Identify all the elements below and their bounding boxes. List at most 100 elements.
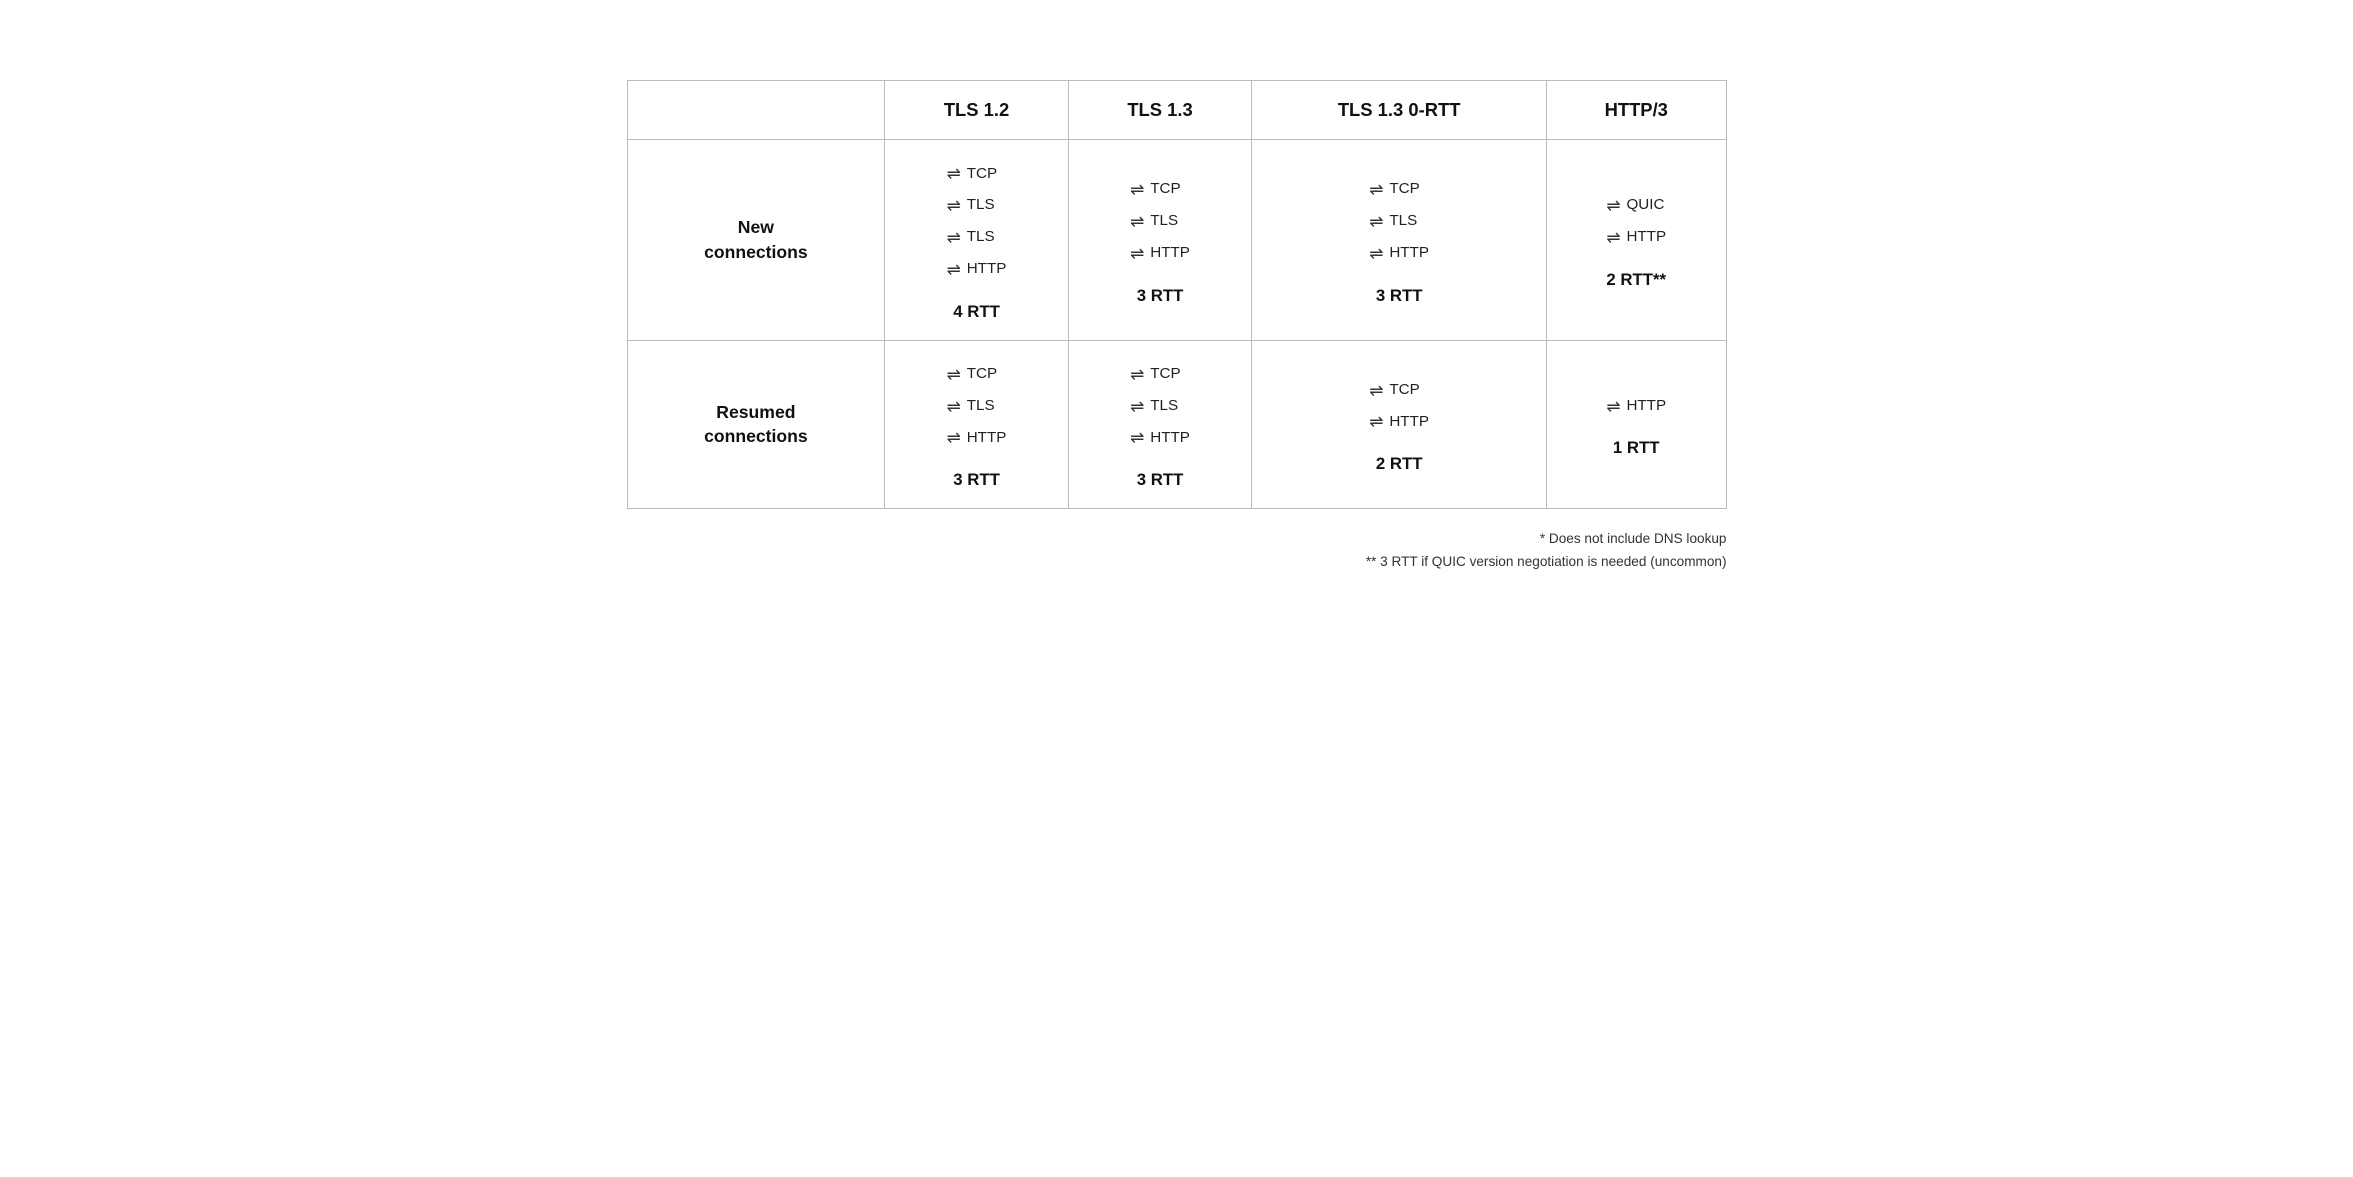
col-header-tls-1-2: TLS 1.2 <box>885 81 1069 140</box>
step-item: ⇌TCP <box>1130 359 1190 391</box>
cell-r1-c3: ⇌HTTP 1 RTT <box>1546 340 1726 509</box>
steps-list: ⇌HTTP <box>1606 391 1666 423</box>
transfer-arrows-icon: ⇌ <box>1130 359 1144 391</box>
cell-r1-c1: ⇌TCP⇌TLS⇌HTTP3 RTT <box>1068 340 1252 509</box>
step-label: TCP <box>1389 175 1419 204</box>
transfer-arrows-icon: ⇌ <box>1130 238 1144 270</box>
transfer-arrows-icon: ⇌ <box>1606 222 1620 254</box>
steps-list: ⇌TCP⇌TLS⇌TLS⇌HTTP <box>947 158 1007 286</box>
cell-r0-c0: ⇌TCP⇌TLS⇌TLS⇌HTTP4 RTT <box>885 140 1069 341</box>
transfer-arrows-icon: ⇌ <box>1369 406 1383 438</box>
step-label: HTTP <box>1626 223 1666 252</box>
rtt-value: 3 RTT <box>1083 286 1238 306</box>
col-header-tls-1-3: TLS 1.3 <box>1068 81 1252 140</box>
cell-r1-c2: ⇌TCP⇌HTTP 2 RTT <box>1252 340 1547 509</box>
table-body: Newconnections⇌TCP⇌TLS⇌TLS⇌HTTP4 RTT⇌TCP… <box>627 140 1726 509</box>
col-header-http-3: HTTP/3 <box>1546 81 1726 140</box>
step-label: TCP <box>1150 360 1180 389</box>
table-header-row: TLS 1.2TLS 1.3TLS 1.3 0-RTTHTTP/3 <box>627 81 1726 140</box>
rtt-value: 3 RTT <box>1083 470 1238 490</box>
transfer-arrows-icon: ⇌ <box>1130 174 1144 206</box>
footnotes: * Does not include DNS lookup** 3 RTT if… <box>627 527 1727 573</box>
step-item: ⇌HTTP <box>1130 238 1190 270</box>
step-label: TCP <box>1389 376 1419 405</box>
step-item: ⇌HTTP <box>1130 422 1190 454</box>
cell-r0-c3: ⇌QUIC⇌HTTP 2 RTT** <box>1546 140 1726 341</box>
step-item: ⇌TCP <box>1369 375 1429 407</box>
rtt-value: 3 RTT <box>899 470 1054 490</box>
step-item: ⇌TLS <box>947 190 1007 222</box>
step-label: HTTP <box>1389 239 1429 268</box>
transfer-arrows-icon: ⇌ <box>1606 190 1620 222</box>
step-item: ⇌TCP <box>1130 174 1190 206</box>
step-label: TLS <box>1150 392 1178 421</box>
step-label: HTTP <box>967 255 1007 284</box>
step-label: TCP <box>967 360 997 389</box>
transfer-arrows-icon: ⇌ <box>947 391 961 423</box>
transfer-arrows-icon: ⇌ <box>947 422 961 454</box>
step-item: ⇌TLS <box>947 222 1007 254</box>
step-item: ⇌TCP <box>947 359 1007 391</box>
step-label: TLS <box>967 191 995 220</box>
step-label: TLS <box>1150 207 1178 236</box>
steps-list: ⇌TCP⇌HTTP <box>1369 375 1429 439</box>
rtt-value: 3 RTT <box>1266 286 1532 306</box>
step-item: ⇌HTTP <box>947 422 1007 454</box>
step-label: HTTP <box>1150 239 1190 268</box>
steps-list: ⇌TCP⇌TLS⇌HTTP <box>947 359 1007 455</box>
transfer-arrows-icon: ⇌ <box>1369 375 1383 407</box>
steps-list: ⇌QUIC⇌HTTP <box>1606 190 1666 254</box>
rtt-value: 2 RTT** <box>1561 270 1712 290</box>
transfer-arrows-icon: ⇌ <box>1130 422 1144 454</box>
cell-r0-c2: ⇌TCP⇌TLS⇌HTTP3 RTT <box>1252 140 1547 341</box>
transfer-arrows-icon: ⇌ <box>1369 238 1383 270</box>
step-item: ⇌TCP <box>1369 174 1429 206</box>
step-item: ⇌HTTP <box>1369 406 1429 438</box>
step-label: HTTP <box>1150 424 1190 453</box>
step-label: HTTP <box>1626 392 1666 421</box>
rtt-value: 1 RTT <box>1561 438 1712 458</box>
transfer-arrows-icon: ⇌ <box>947 254 961 286</box>
step-label: TCP <box>1150 175 1180 204</box>
step-label: QUIC <box>1626 191 1664 220</box>
transfer-arrows-icon: ⇌ <box>947 158 961 190</box>
step-item: ⇌TLS <box>1130 206 1190 238</box>
steps-list: ⇌TCP⇌TLS⇌HTTP <box>1369 174 1429 270</box>
step-item: ⇌QUIC <box>1606 190 1666 222</box>
step-label: HTTP <box>1389 408 1429 437</box>
cell-r1-c0: ⇌TCP⇌TLS⇌HTTP3 RTT <box>885 340 1069 509</box>
step-label: TCP <box>967 160 997 189</box>
step-item: ⇌HTTP <box>1369 238 1429 270</box>
step-item: ⇌HTTP <box>1606 391 1666 423</box>
step-label: HTTP <box>967 424 1007 453</box>
step-label: TLS <box>967 392 995 421</box>
transfer-arrows-icon: ⇌ <box>1606 391 1620 423</box>
footnote-1: ** 3 RTT if QUIC version negotiation is … <box>627 550 1727 573</box>
step-item: ⇌TLS <box>1369 206 1429 238</box>
step-item: ⇌TLS <box>1130 391 1190 423</box>
table-row: Resumedconnections⇌TCP⇌TLS⇌HTTP3 RTT⇌TCP… <box>627 340 1726 509</box>
step-label: TLS <box>1389 207 1417 236</box>
comparison-table: TLS 1.2TLS 1.3TLS 1.3 0-RTTHTTP/3 Newcon… <box>627 80 1727 509</box>
footnote-0: * Does not include DNS lookup <box>627 527 1727 550</box>
rtt-value: 2 RTT <box>1266 454 1532 474</box>
table-row: Newconnections⇌TCP⇌TLS⇌TLS⇌HTTP4 RTT⇌TCP… <box>627 140 1726 341</box>
header-empty <box>627 81 885 140</box>
col-header-tls-1-3-0-rtt: TLS 1.3 0-RTT <box>1252 81 1547 140</box>
step-item: ⇌TLS <box>947 391 1007 423</box>
transfer-arrows-icon: ⇌ <box>1130 206 1144 238</box>
steps-list: ⇌TCP⇌TLS⇌HTTP <box>1130 174 1190 270</box>
transfer-arrows-icon: ⇌ <box>1130 391 1144 423</box>
transfer-arrows-icon: ⇌ <box>1369 174 1383 206</box>
transfer-arrows-icon: ⇌ <box>1369 206 1383 238</box>
transfer-arrows-icon: ⇌ <box>947 222 961 254</box>
rtt-value: 4 RTT <box>899 302 1054 322</box>
row-label-1: Resumedconnections <box>627 340 885 509</box>
transfer-arrows-icon: ⇌ <box>947 190 961 222</box>
steps-list: ⇌TCP⇌TLS⇌HTTP <box>1130 359 1190 455</box>
transfer-arrows-icon: ⇌ <box>947 359 961 391</box>
cell-r0-c1: ⇌TCP⇌TLS⇌HTTP3 RTT <box>1068 140 1252 341</box>
step-item: ⇌HTTP <box>1606 222 1666 254</box>
step-item: ⇌HTTP <box>947 254 1007 286</box>
step-item: ⇌TCP <box>947 158 1007 190</box>
